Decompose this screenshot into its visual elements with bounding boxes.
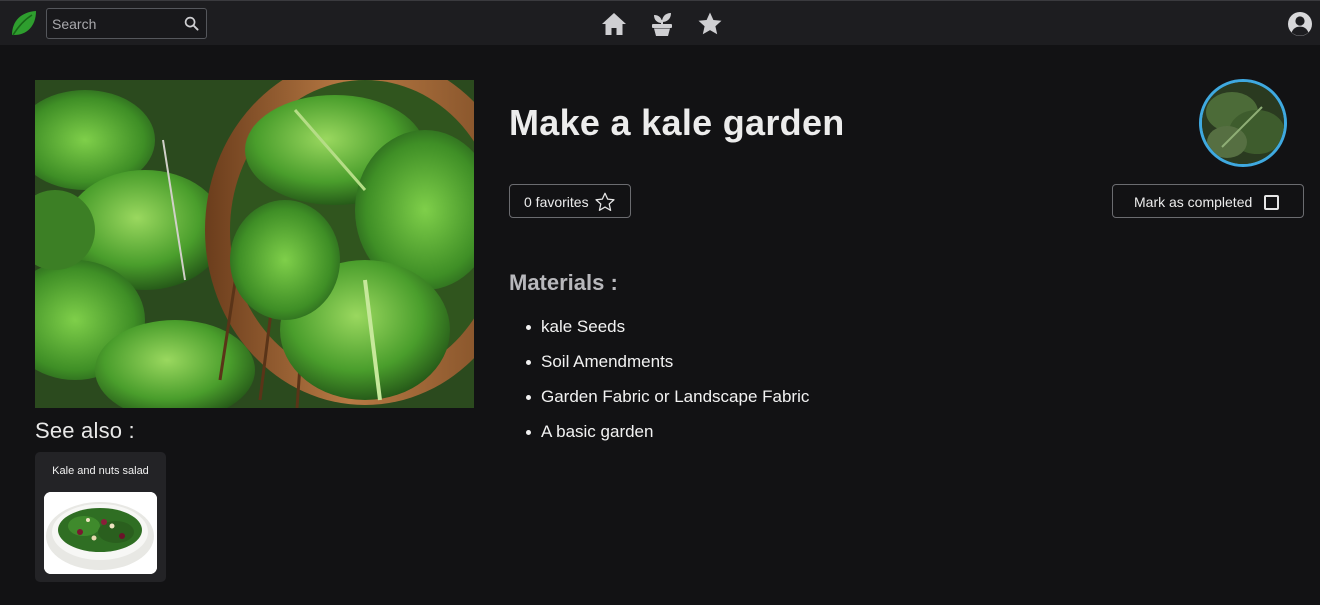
star-icon[interactable]: [696, 10, 724, 38]
material-item: Soil Amendments: [526, 351, 809, 386]
favorites-button[interactable]: 0 favorites: [509, 184, 631, 218]
plant-pot-icon[interactable]: [648, 10, 676, 38]
top-nav-bar: [0, 0, 1320, 45]
search-box[interactable]: [46, 8, 207, 39]
page-title: Make a kale garden: [509, 102, 845, 143]
related-project-card[interactable]: Kale and nuts salad: [35, 452, 166, 582]
completed-checkbox[interactable]: [1264, 195, 1279, 210]
project-avatar: [1199, 79, 1287, 167]
star-outline-icon: [595, 192, 615, 211]
favorites-count: 0 favorites: [524, 194, 589, 210]
mark-completed-button[interactable]: Mark as completed: [1112, 184, 1304, 218]
search-icon[interactable]: [184, 16, 199, 31]
kale-garden-photo: [35, 80, 474, 408]
see-also-heading: See also :: [35, 418, 135, 443]
search-input[interactable]: [47, 9, 179, 38]
related-project-title: Kale and nuts salad: [52, 465, 149, 477]
materials-heading: Materials :: [509, 270, 618, 295]
home-icon[interactable]: [600, 10, 628, 38]
leaf-logo-icon[interactable]: [7, 7, 39, 39]
materials-list: kale Seeds Soil Amendments Garden Fabric…: [526, 316, 809, 456]
material-item: A basic garden: [526, 421, 809, 456]
material-item: Garden Fabric or Landscape Fabric: [526, 386, 809, 421]
user-account-icon[interactable]: [1287, 11, 1313, 37]
material-item: kale Seeds: [526, 316, 809, 351]
mark-completed-label: Mark as completed: [1134, 194, 1253, 210]
kale-salad-thumbnail[interactable]: [44, 492, 157, 574]
